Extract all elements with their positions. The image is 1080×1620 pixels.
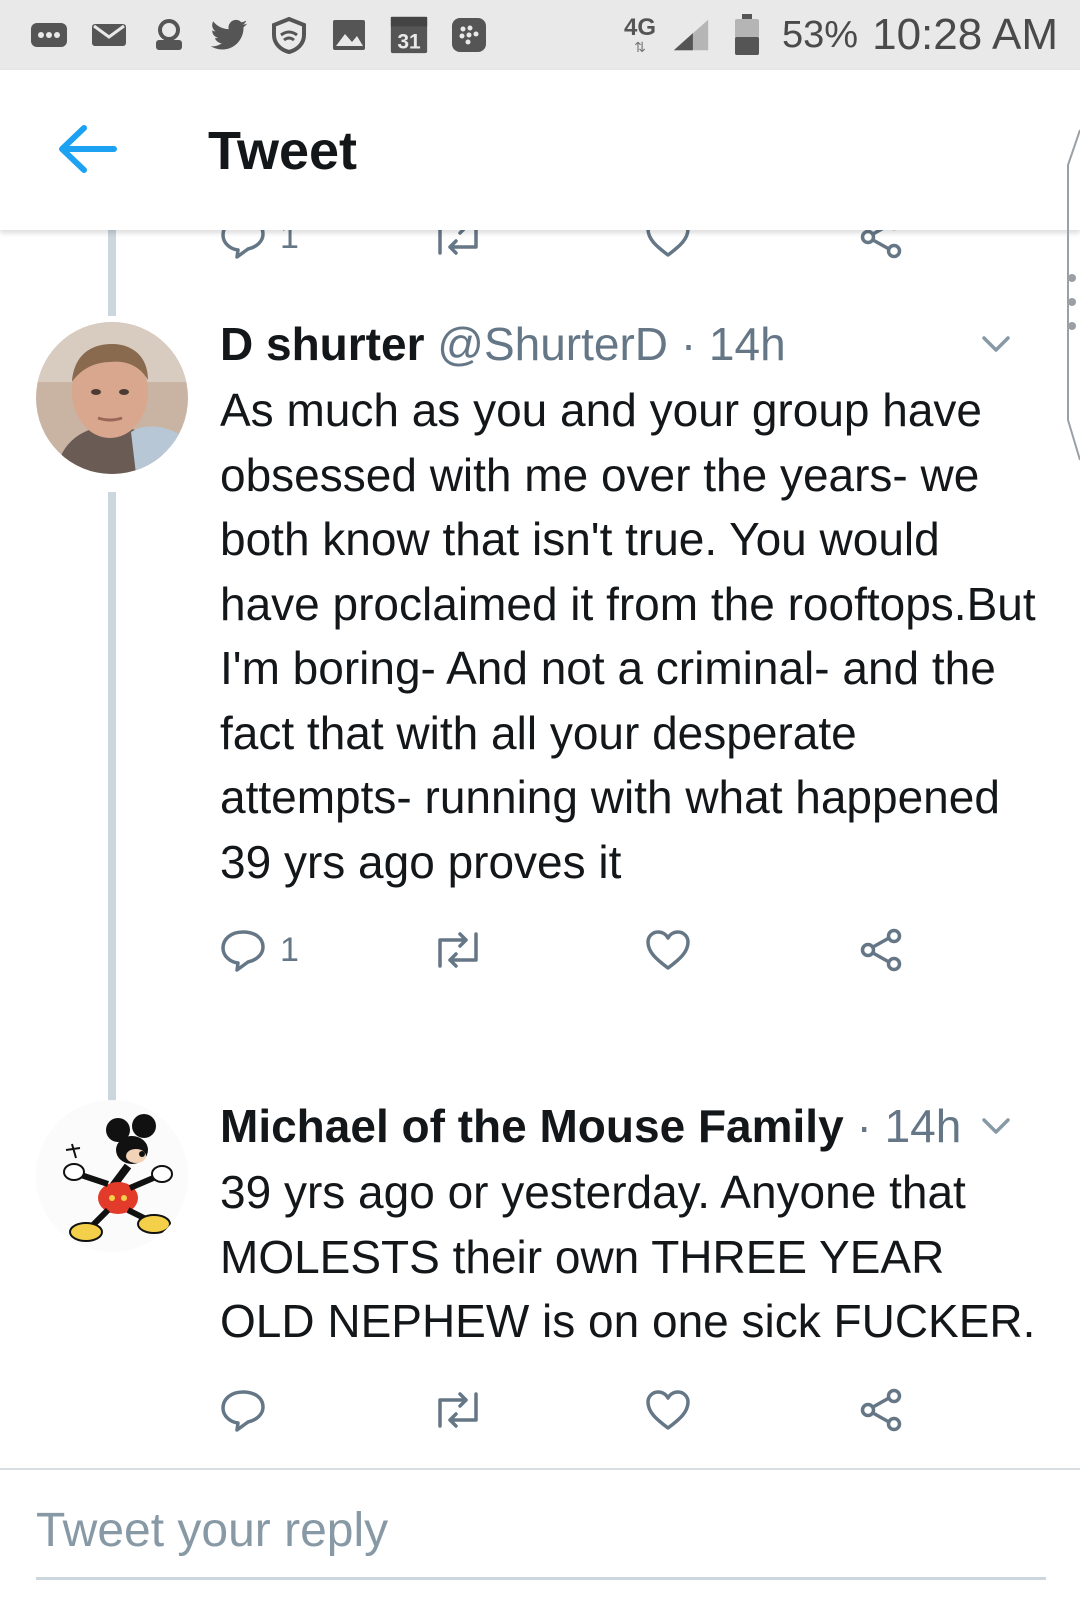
- blackberry-icon: [448, 14, 490, 56]
- separator: ·: [680, 318, 697, 370]
- share-button[interactable]: [858, 1388, 906, 1432]
- user-handle[interactable]: @ShurterD: [437, 318, 668, 370]
- status-bar: 31 4G ⇅ 53% 10:28 AM: [0, 0, 1080, 70]
- retweet-icon: [438, 1391, 478, 1428]
- account-icon: [148, 14, 190, 56]
- retweet-button[interactable]: [430, 1388, 486, 1432]
- tweet-header: D shurter @ShurterD · 14h: [220, 316, 1040, 372]
- page-title: Tweet: [208, 121, 358, 181]
- app-bar: Tweet: [0, 70, 1080, 230]
- reply-icon: [221, 1389, 265, 1432]
- tweet-actions: [220, 1388, 1040, 1448]
- reply-count: 1: [280, 930, 299, 969]
- reply-composer: [36, 1490, 1046, 1580]
- tweet-text: 39 yrs ago or yesterday. Anyone that MOL…: [220, 1166, 1036, 1347]
- clock: 10:28 AM: [872, 10, 1058, 59]
- notification-icons: 31: [0, 14, 490, 56]
- arrow-left-icon: [59, 125, 117, 173]
- heart-icon: [646, 1389, 690, 1430]
- tweet-text: As much as you and your group have obses…: [220, 384, 1036, 888]
- avatar[interactable]: [36, 322, 188, 474]
- reply-divider: [0, 1468, 1080, 1470]
- tweet-actions: 1: [220, 928, 1040, 988]
- svg-text:31: 31: [397, 30, 421, 53]
- mail-icon: [88, 14, 130, 56]
- network-4g-icon: 4G ⇅: [624, 14, 657, 55]
- chevron-down-icon: [982, 1118, 1010, 1134]
- user-name[interactable]: Michael of the Mouse Family: [220, 1100, 844, 1152]
- twitter-icon: [208, 14, 250, 56]
- reply-icon: [221, 930, 265, 972]
- shield-icon: [268, 14, 310, 56]
- separator: ·: [856, 1100, 872, 1152]
- reply-button[interactable]: 1: [220, 928, 299, 972]
- avatar[interactable]: [36, 1100, 188, 1252]
- chevron-down-icon: [982, 336, 1010, 352]
- retweet-icon: [438, 932, 478, 968]
- like-button[interactable]: [644, 1388, 692, 1432]
- share-button[interactable]: [858, 928, 906, 972]
- tweet-time[interactable]: 14h: [885, 1100, 962, 1152]
- tweet-content: Michael of the Mouse Family · 14h 39 yrs…: [220, 1098, 1040, 1448]
- like-button[interactable]: [644, 928, 692, 972]
- tweet-header: Michael of the Mouse Family · 14h: [220, 1098, 1040, 1154]
- thread-line-middle: [108, 492, 116, 1110]
- tweet-options-button[interactable]: [976, 324, 1020, 364]
- reply-underline: [36, 1577, 1046, 1580]
- back-button[interactable]: [52, 114, 132, 184]
- calendar-icon: 31: [388, 14, 430, 56]
- tweet-options-button[interactable]: [976, 1106, 1020, 1146]
- edge-panel-handle[interactable]: [1050, 0, 1080, 1620]
- thread-line-top: [108, 228, 116, 316]
- reply-input[interactable]: [36, 1490, 1046, 1570]
- user-name[interactable]: D shurter: [220, 318, 424, 370]
- share-icon: [860, 928, 902, 972]
- more-icon: [28, 14, 70, 56]
- share-icon: [860, 1388, 902, 1431]
- image-icon: [328, 14, 370, 56]
- system-status: 4G ⇅ 53% 10:28 AM: [624, 10, 1080, 60]
- signal-icon: [670, 14, 712, 56]
- battery-icon: [726, 14, 768, 56]
- tweet-content: D shurter @ShurterD · 14h As much as you…: [220, 316, 1040, 988]
- reply-button[interactable]: [220, 1388, 266, 1432]
- tweet-time[interactable]: 14h: [709, 318, 786, 370]
- heart-icon: [646, 930, 690, 970]
- battery-percent: 53%: [782, 13, 859, 56]
- retweet-button[interactable]: [430, 928, 486, 972]
